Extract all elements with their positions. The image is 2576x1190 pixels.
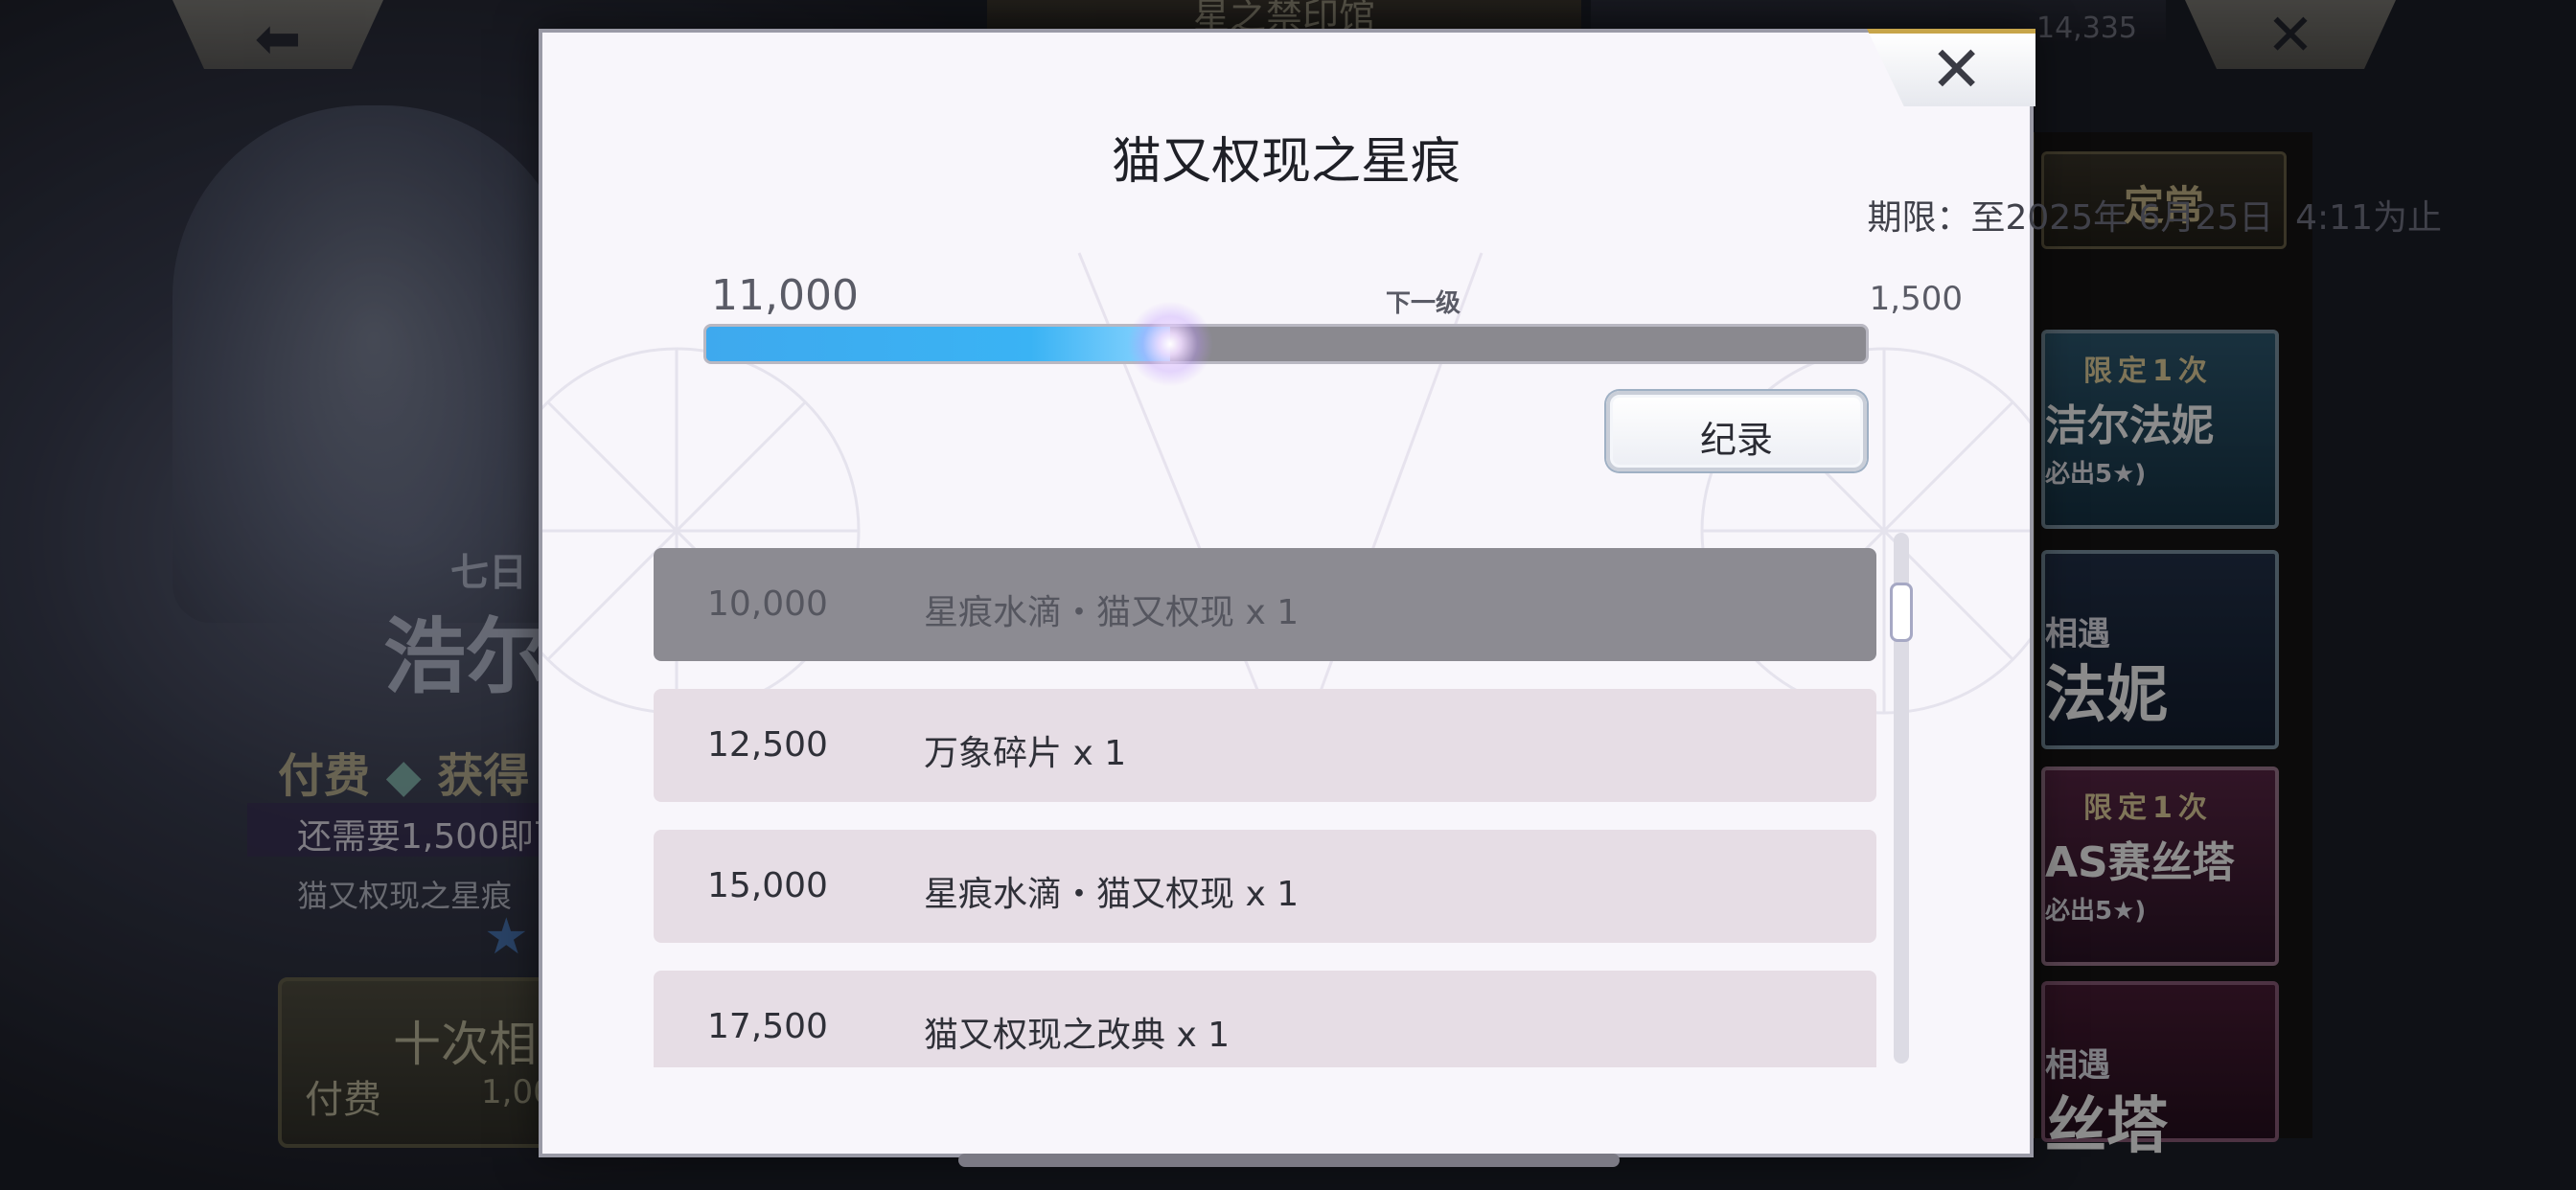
scrollbar-thumb[interactable] [1890, 583, 1913, 642]
reward-points: 10,000 [707, 584, 828, 624]
current-points: 11,000 [711, 271, 859, 320]
reward-points: 17,500 [707, 1007, 828, 1046]
reward-row: 17,500 猫又权现之改典 x 1 [654, 971, 1876, 1067]
home-indicator [958, 1154, 1620, 1167]
record-button[interactable]: 纪录 [1606, 391, 1867, 471]
deadline-label: 期限： [1867, 198, 1971, 238]
progress-bar [703, 301, 1869, 387]
reward-item: 星痕水滴・猫又权现 x 1 [924, 875, 1300, 914]
reward-item: 星痕水滴・猫又权现 x 1 [924, 593, 1300, 632]
deadline-value: 至2025年 6月25日 4:11为止 [1970, 198, 2442, 238]
reward-points: 15,000 [707, 866, 828, 905]
dialog-title: 猫又权现之星痕 [1111, 133, 1460, 191]
reward-item: 万象碎片 x 1 [924, 734, 1127, 773]
screen: 七日 浩尔 付费 ◆ 获得 还需要1,500即可 猫又权现之星痕 ★ 十次相遇 … [0, 0, 2576, 1190]
reward-item: 猫又权现之改典 x 1 [924, 1016, 1230, 1055]
progress-fill [706, 327, 1170, 361]
close-x-icon: ✕ [1930, 33, 1984, 106]
next-level-label: 下一级 [1386, 289, 1461, 318]
reward-row: 12,500 万象碎片 x 1 [654, 689, 1876, 802]
reward-row: 10,000 星痕水滴・猫又权现 x 1 [654, 548, 1876, 661]
deadline-text: 期限：至2025年 6月25日 4:11为止 [1867, 190, 2442, 240]
record-button-label: 纪录 [1699, 419, 1773, 461]
progress-sparkle-icon [1127, 301, 1213, 387]
reward-list[interactable]: 10,000 星痕水滴・猫又权现 x 1 12,500 万象碎片 x 1 15,000 星… [654, 548, 1876, 1067]
next-level-remaining: 1,500 [1869, 280, 1963, 318]
reward-row: 15,000 星痕水滴・猫又权现 x 1 [654, 830, 1876, 943]
reward-points: 12,500 [707, 725, 828, 765]
